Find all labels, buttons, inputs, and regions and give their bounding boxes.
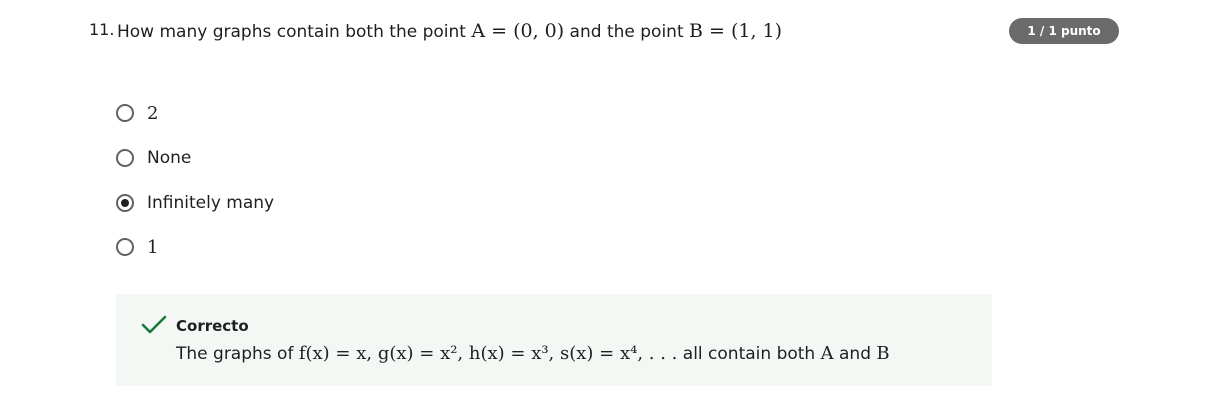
radio-button-checked-icon[interactable] <box>116 194 134 212</box>
radio-button-icon[interactable] <box>116 238 134 256</box>
point-a-math: A = (0, 0) <box>471 20 565 42</box>
point-b-math: B = (1, 1) <box>689 20 783 42</box>
option-1[interactable]: 1 <box>116 235 158 259</box>
explanation-and: and <box>833 344 877 364</box>
explanation-middle: all contain both <box>677 344 821 364</box>
option-2[interactable]: 2 <box>116 101 158 125</box>
explanation-point-b: B <box>876 343 890 364</box>
check-icon <box>141 315 167 334</box>
radio-button-icon[interactable] <box>116 104 134 122</box>
option-infinitely-many[interactable]: Infinitely many <box>116 191 274 215</box>
explanation-point-a: A <box>820 343 834 364</box>
option-label: 2 <box>147 102 159 124</box>
feedback-explanation: The graphs of f(x) = x, g(x) = x², h(x) … <box>176 343 890 364</box>
question-number: 11. <box>89 20 115 39</box>
radio-button-icon[interactable] <box>116 149 134 167</box>
score-badge: 1 / 1 punto <box>1009 18 1119 44</box>
question-text: How many graphs contain both the point A… <box>117 19 782 44</box>
option-label: Infinitely many <box>147 193 275 213</box>
question-middle: and the point <box>564 22 690 42</box>
option-none[interactable]: None <box>116 146 191 170</box>
question-prefix: How many graphs contain both the point <box>117 22 472 42</box>
option-label: None <box>147 148 192 168</box>
explanation-prefix: The graphs of <box>176 344 299 364</box>
option-label: 1 <box>147 236 159 258</box>
explanation-math: f(x) = x, g(x) = x², h(x) = x³, s(x) = x… <box>298 343 678 364</box>
feedback-panel: Correcto The graphs of f(x) = x, g(x) = … <box>116 294 992 386</box>
feedback-status: Correcto <box>176 317 249 335</box>
